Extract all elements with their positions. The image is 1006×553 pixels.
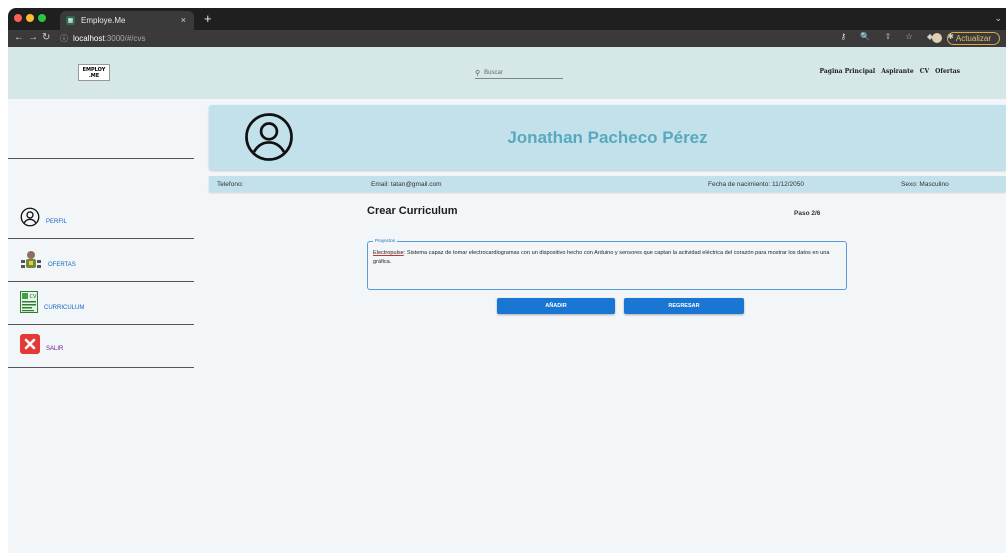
toolbar-icons[interactable]: ⚷ 🔍 ⇧ ☆ ◆ ✱	[840, 32, 960, 41]
sidebar-item-ofertas[interactable]: OFERTAS	[20, 250, 76, 270]
nav-cv[interactable]: CV	[920, 68, 929, 75]
user-circle-icon	[20, 207, 40, 227]
profile-banner: Jonathan Pacheco Pérez	[209, 105, 1006, 170]
browser-tab[interactable]: ▦ Employe.Me ×	[60, 11, 194, 30]
projects-text[interactable]: Electropulse: Sistema capaz de tomar ele…	[373, 249, 843, 267]
profile-avatar-icon[interactable]	[932, 33, 942, 43]
sidebar-divider	[8, 367, 194, 368]
url-host: localhost	[73, 34, 105, 43]
url-field[interactable]: ⓘ localhost :3000/#/cvs	[60, 32, 146, 45]
site-info-icon[interactable]: ⓘ	[60, 33, 68, 44]
app-root: EMPLOY .ME ⚲ Buscar Pagina Principal Asp…	[8, 47, 1006, 553]
svg-text:CV: CV	[30, 294, 37, 300]
logo[interactable]: EMPLOY .ME	[78, 64, 110, 81]
nav-aspirante[interactable]: Aspirante	[881, 68, 914, 75]
sidebar-item-label: CURRICULUM	[44, 305, 85, 311]
cv-document-icon: CV	[20, 291, 38, 313]
address-bar: ← → ↻ ⓘ localhost :3000/#/cvs ⚷ 🔍 ⇧ ☆ ◆ …	[8, 30, 1006, 47]
form-title: Crear Curriculum	[367, 205, 458, 217]
browser-window: ▦ Employe.Me × + ⌄ ← → ↻ ⓘ localhost :30…	[8, 8, 1006, 553]
maximize-window-button[interactable]	[38, 14, 46, 22]
sidebar-item-perfil[interactable]: PERFIL	[20, 207, 67, 227]
projects-legend: Proyectos	[373, 238, 398, 243]
sidebar-item-label: OFERTAS	[48, 262, 76, 268]
email-field: Email: tatan@gmail.com	[371, 180, 442, 188]
tab-bar: ▦ Employe.Me × + ⌄	[8, 8, 1006, 30]
update-button[interactable]: Actualizar	[946, 32, 1000, 45]
forward-icon[interactable]: →	[28, 32, 38, 43]
search-icon: ⚲	[475, 69, 481, 77]
profile-name: Jonathan Pacheco Pérez	[507, 128, 708, 147]
sidebar-divider	[8, 238, 194, 239]
telefono-field: Telefono:	[217, 180, 244, 188]
sidebar-item-curriculum[interactable]: CV CURRICULUM	[20, 291, 84, 313]
search-placeholder: Buscar	[484, 69, 503, 76]
url-path: :3000/#/cvs	[104, 34, 146, 43]
top-nav: Pagina Principal Aspirante CV Ofertas	[820, 68, 960, 75]
projects-textarea[interactable]: Proyectos Electropulse: Sistema capaz de…	[367, 238, 847, 290]
sidebar-item-label: PERFIL	[46, 219, 68, 225]
favicon-icon: ▦	[66, 16, 75, 25]
sidebar-divider	[8, 324, 194, 325]
nav-pagina-principal[interactable]: Pagina Principal	[820, 68, 876, 75]
job-offers-icon	[21, 251, 41, 268]
back-icon[interactable]: ←	[14, 32, 24, 43]
project-description: : Sistema capaz de tomar electrocardiogr…	[373, 250, 830, 265]
tab-close-icon[interactable]: ×	[181, 15, 186, 25]
sidebar-item-salir[interactable]: SALIR	[20, 334, 63, 354]
logo-line-2: .ME	[88, 73, 100, 79]
step-indicator: Paso 2/6	[794, 210, 821, 217]
sex-field: Sexo: Masculino	[901, 180, 949, 188]
sidebar: PERFIL OFERTAS CV CURRICULUM SALIR	[8, 99, 204, 553]
chevron-down-icon[interactable]: ⌄	[994, 13, 1002, 24]
back-button[interactable]: REGRESAR	[624, 298, 744, 314]
add-button[interactable]: AÑADIR	[497, 298, 615, 314]
app-header: EMPLOY .ME ⚲ Buscar Pagina Principal Asp…	[8, 47, 1006, 99]
project-name: Electropulse	[373, 250, 404, 256]
exit-x-icon	[20, 334, 40, 354]
profile-info-bar: Telefono: Email: tatan@gmail.com Fecha d…	[209, 176, 1006, 192]
search-input[interactable]: ⚲ Buscar	[475, 67, 563, 79]
nav-ofertas[interactable]: Ofertas	[935, 68, 960, 75]
close-window-button[interactable]	[14, 14, 22, 22]
reload-icon[interactable]: ↻	[42, 32, 50, 43]
sidebar-divider	[8, 158, 194, 159]
minimize-window-button[interactable]	[26, 14, 34, 22]
sidebar-item-label: SALIR	[46, 346, 64, 352]
tab-title: Employe.Me	[81, 16, 126, 25]
new-tab-button[interactable]: +	[204, 11, 212, 26]
birthdate-field: Fecha de nacimiento: 11/12/2050	[708, 180, 805, 188]
sidebar-divider	[8, 281, 194, 282]
